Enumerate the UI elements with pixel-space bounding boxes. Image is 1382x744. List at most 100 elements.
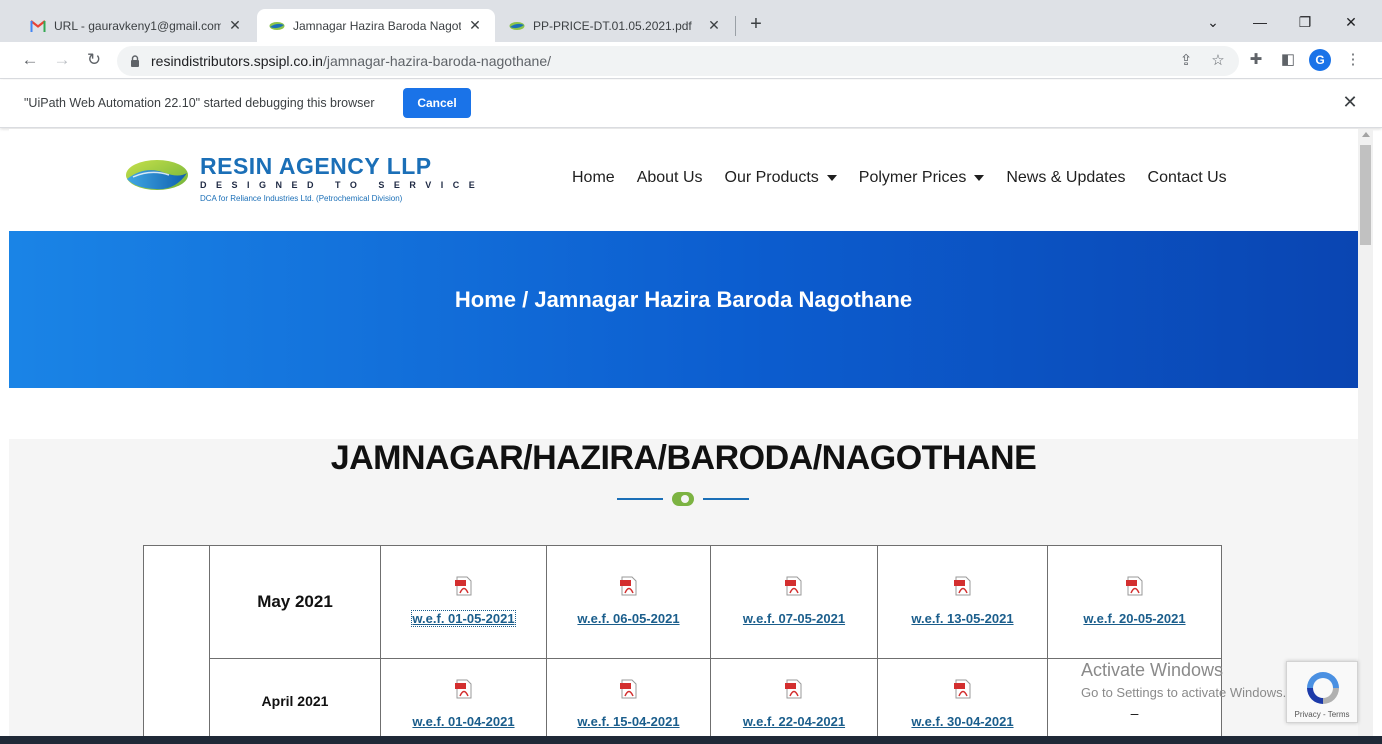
nav-news-updates[interactable]: News & Updates bbox=[1006, 169, 1125, 187]
title-divider bbox=[617, 492, 749, 506]
pdf-link[interactable]: w.e.f. 30-04-2021 bbox=[911, 714, 1013, 729]
pdf-link[interactable]: w.e.f. 01-04-2021 bbox=[412, 714, 514, 729]
divider-line bbox=[703, 498, 749, 500]
pdf-file-icon[interactable] bbox=[953, 679, 972, 699]
pdf-file-icon[interactable] bbox=[953, 576, 972, 596]
gmail-icon bbox=[30, 18, 46, 34]
address-bar[interactable]: resindistributors.spsipl.co.in/jamnagar-… bbox=[117, 46, 1239, 76]
page-title: JAMNAGAR/HAZIRA/BARODA/NAGOTHANE bbox=[330, 439, 1037, 477]
close-infobar-icon[interactable]: ✕ bbox=[1340, 92, 1360, 112]
activate-title: Activate Windows bbox=[1081, 660, 1224, 680]
pdf-file-icon[interactable] bbox=[454, 679, 473, 699]
share-icon[interactable]: ⇪ bbox=[1177, 52, 1195, 70]
extensions-puzzle-icon[interactable]: ✚ bbox=[1245, 49, 1267, 71]
table-row: April 2021 w.e.f. 01-04-2021 w.e.f. 15-0… bbox=[144, 658, 1222, 736]
tab-gmail[interactable]: URL - gauravkeny1@gmail.com - ✕ bbox=[18, 9, 255, 42]
resin-agency-favicon bbox=[509, 18, 525, 34]
nav-label: Home bbox=[572, 169, 615, 186]
pdf-file-icon[interactable] bbox=[454, 576, 473, 596]
reload-icon[interactable]: ↻ bbox=[82, 48, 106, 72]
tab-strip: URL - gauravkeny1@gmail.com - ✕ Jamnagar… bbox=[0, 0, 1382, 42]
restore-icon[interactable]: ❐ bbox=[1291, 10, 1319, 34]
logo-name: RESIN AGENCY LLP bbox=[200, 153, 432, 179]
divider-line bbox=[617, 498, 663, 500]
resin-agency-logo-icon[interactable] bbox=[125, 157, 189, 195]
pdf-link[interactable]: w.e.f. 22-04-2021 bbox=[743, 714, 845, 729]
pdf-link[interactable]: w.e.f. 07-05-2021 bbox=[743, 611, 845, 626]
url-path: /jamnagar-hazira-baroda-nagothane/ bbox=[322, 53, 552, 69]
pdf-cell: w.e.f. 22-04-2021 bbox=[710, 658, 878, 736]
resin-agency-favicon bbox=[269, 18, 285, 34]
tab-separator bbox=[735, 16, 736, 36]
profile-avatar[interactable]: G bbox=[1309, 49, 1331, 71]
pdf-cell: w.e.f. 13-05-2021 bbox=[877, 545, 1048, 659]
windows-taskbar bbox=[0, 736, 1382, 744]
pdf-link[interactable]: w.e.f. 20-05-2021 bbox=[1083, 611, 1185, 626]
pdf-cell: w.e.f. 15-04-2021 bbox=[546, 658, 711, 736]
lock-icon bbox=[131, 55, 139, 67]
caret-down-icon bbox=[826, 175, 837, 181]
nav-label: Our Products bbox=[724, 169, 819, 186]
close-window-icon[interactable]: ✕ bbox=[1337, 10, 1365, 34]
pdf-file-icon[interactable] bbox=[619, 679, 638, 699]
close-tab-icon[interactable]: ✕ bbox=[467, 17, 483, 34]
nav-label: Contact Us bbox=[1147, 169, 1227, 186]
pdf-link[interactable]: w.e.f. 01-05-2021 bbox=[411, 610, 516, 627]
pdf-file-icon[interactable] bbox=[1125, 576, 1144, 596]
recaptcha-badge[interactable]: Privacy - Terms bbox=[1286, 661, 1358, 723]
minimize-icon[interactable]: — bbox=[1246, 10, 1274, 34]
pdf-link[interactable]: w.e.f. 13-05-2021 bbox=[911, 611, 1013, 626]
url-host: resindistributors.spsipl.co.in bbox=[151, 53, 323, 69]
page-scrollbar[interactable] bbox=[1358, 129, 1373, 736]
pdf-link[interactable]: w.e.f. 15-04-2021 bbox=[577, 714, 679, 729]
logo-subtitle: DCA for Reliance Industries Ltd. (Petroc… bbox=[200, 194, 403, 203]
nav-about-us[interactable]: About Us bbox=[637, 169, 703, 187]
tab-search-icon[interactable]: ⌄ bbox=[1199, 10, 1227, 34]
activate-subtitle: Go to Settings to activate Windows. bbox=[1081, 685, 1287, 700]
pdf-cell: w.e.f. 30-04-2021 bbox=[877, 658, 1048, 736]
nav-polymer-prices[interactable]: Polymer Prices bbox=[859, 169, 985, 187]
infobar-message: "UiPath Web Automation 22.10" started de… bbox=[24, 96, 375, 110]
tab-title: URL - gauravkeny1@gmail.com - bbox=[54, 18, 221, 33]
browser-window: URL - gauravkeny1@gmail.com - ✕ Jamnagar… bbox=[0, 0, 1382, 744]
pdf-cell: w.e.f. 06-05-2021 bbox=[546, 545, 711, 659]
nav-label: About Us bbox=[636, 169, 703, 186]
debug-infobar: "UiPath Web Automation 22.10" started de… bbox=[0, 80, 1382, 128]
close-tab-icon[interactable]: ✕ bbox=[706, 17, 722, 34]
close-tab-icon[interactable]: ✕ bbox=[227, 17, 243, 34]
breadcrumb: Home / Jamnagar Hazira Baroda Nagothane bbox=[454, 287, 913, 312]
page-viewport: RESIN AGENCY LLP DESIGNED TO SERVICE DCA… bbox=[9, 129, 1358, 736]
tab-title: Jamnagar Hazira Baroda Nagoth bbox=[293, 18, 461, 33]
forward-icon[interactable]: → bbox=[50, 48, 74, 72]
month-cell: May 2021 bbox=[209, 545, 381, 659]
pdf-file-icon[interactable] bbox=[785, 679, 803, 699]
scrollbar-thumb[interactable] bbox=[1360, 145, 1371, 245]
nav-home[interactable]: Home bbox=[572, 169, 615, 187]
pdf-cell: w.e.f. 01-04-2021 bbox=[380, 658, 547, 736]
bookmark-star-icon[interactable]: ☆ bbox=[1209, 52, 1227, 70]
side-panel-icon[interactable]: ◧ bbox=[1277, 49, 1299, 71]
back-icon[interactable]: ← bbox=[18, 48, 42, 72]
logo-tagline: DESIGNED TO SERVICE bbox=[200, 180, 485, 190]
nav-our-products[interactable]: Our Products bbox=[725, 169, 837, 187]
tab-pdf[interactable]: PP-PRICE-DT.01.05.2021.pdf ✕ bbox=[497, 9, 734, 42]
price-table: May 2021 w.e.f. 01-05-2021 w.e.f. 06-05-… bbox=[143, 545, 1222, 736]
nav-contact-us[interactable]: Contact Us bbox=[1148, 169, 1227, 187]
divider-toggle-icon bbox=[672, 492, 694, 506]
cancel-debug-button[interactable]: Cancel bbox=[403, 88, 471, 118]
activate-windows-watermark: Activate Windows Go to Settings to activ… bbox=[1081, 660, 1286, 700]
new-tab-icon[interactable]: + bbox=[744, 12, 768, 36]
chrome-menu-icon[interactable]: ⋮ bbox=[1342, 49, 1364, 71]
recaptcha-links[interactable]: Privacy - Terms bbox=[1287, 710, 1357, 719]
pdf-link[interactable]: w.e.f. 06-05-2021 bbox=[577, 611, 679, 626]
pdf-file-icon[interactable] bbox=[785, 576, 803, 596]
pdf-cell: w.e.f. 07-05-2021 bbox=[710, 545, 878, 659]
pdf-cell: w.e.f. 20-05-2021 bbox=[1047, 545, 1222, 659]
tab-jamnagar[interactable]: Jamnagar Hazira Baroda Nagoth ✕ bbox=[257, 9, 495, 42]
tab-title: PP-PRICE-DT.01.05.2021.pdf bbox=[533, 18, 692, 33]
pdf-cell: w.e.f. 01-05-2021 bbox=[380, 545, 547, 659]
browser-toolbar: ← → ↻ resindistributors.spsipl.co.in/jam… bbox=[0, 42, 1382, 79]
scroll-up-icon[interactable] bbox=[1362, 132, 1370, 137]
month-cell: April 2021 bbox=[209, 658, 381, 736]
pdf-file-icon[interactable] bbox=[619, 576, 638, 596]
